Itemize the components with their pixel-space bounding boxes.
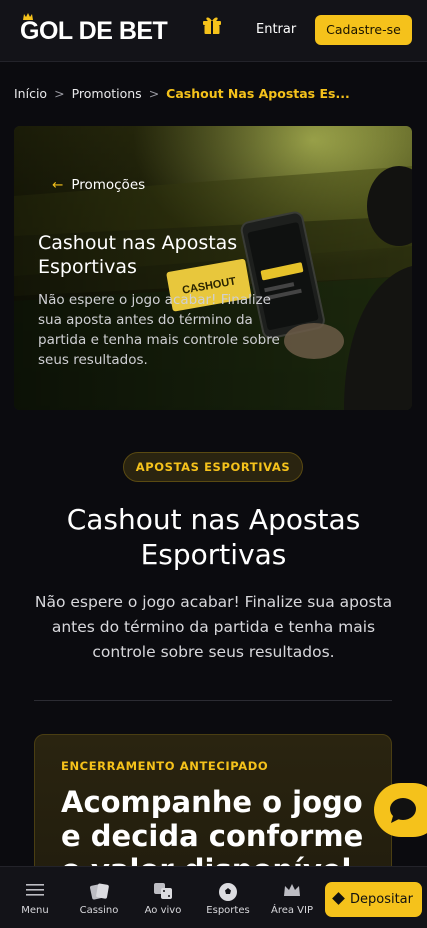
dice-icon xyxy=(154,883,172,899)
breadcrumb-separator: > xyxy=(148,86,160,101)
breadcrumb-home[interactable]: Início xyxy=(14,86,47,101)
page-description: Não espere o jogo acabar! Finalize sua a… xyxy=(34,593,393,661)
nav-item-label: Esportes xyxy=(206,905,250,916)
nav-item-label: Cassino xyxy=(79,905,119,916)
arrow-left-icon: ← xyxy=(52,177,64,193)
divider xyxy=(34,700,392,701)
deposit-label: Depositar xyxy=(349,892,413,907)
card-eyebrow: ENCERRAMENTO ANTECIPADO xyxy=(61,759,269,773)
nav-item-area-vip[interactable]: Área VIP xyxy=(266,867,318,928)
signup-button[interactable]: Cadastre-se xyxy=(315,15,412,45)
back-link[interactable]: ← Promoções xyxy=(52,177,145,193)
nav-item-ao-vivo[interactable]: Ao vivo xyxy=(138,867,188,928)
gift-icon[interactable] xyxy=(201,13,223,35)
diamond-icon xyxy=(332,892,345,905)
nav-item-esportes[interactable]: Esportes xyxy=(202,867,254,928)
soccer-ball-icon xyxy=(219,883,237,901)
deposit-button[interactable]: Depositar xyxy=(325,882,422,917)
bottom-nav: Menu Cassino Ao vivo Esportes Área VIP D… xyxy=(0,866,427,928)
category-badge: APOSTAS ESPORTIVAS xyxy=(123,452,303,482)
nav-item-label: Menu xyxy=(21,905,49,916)
chat-icon xyxy=(390,798,416,823)
nav-item-menu[interactable]: Menu xyxy=(10,867,60,928)
login-button[interactable]: Entrar xyxy=(250,16,302,44)
breadcrumb-promotions[interactable]: Promotions xyxy=(72,86,142,101)
breadcrumb-current: Cashout Nas Apostas Es... xyxy=(166,86,350,101)
back-link-label: Promoções xyxy=(71,177,146,193)
menu-icon xyxy=(26,884,44,896)
nav-item-label: Área VIP xyxy=(270,905,313,916)
hero-description: Não espere o jogo acabar! Finalize sua a… xyxy=(38,292,280,368)
breadcrumb-separator: > xyxy=(54,86,65,101)
hero-title: Cashout nas Apostas Esportivas xyxy=(38,232,238,278)
chat-button[interactable] xyxy=(374,783,427,837)
crown-icon xyxy=(284,884,300,896)
header: GOL DE BET Entrar Cadastre-se xyxy=(0,0,427,62)
cards-icon xyxy=(90,883,109,900)
logo[interactable]: GOL DE BET xyxy=(20,17,168,46)
nav-item-label: Ao vivo xyxy=(144,905,182,916)
nav-item-cassino[interactable]: Cassino xyxy=(74,867,124,928)
page-title: Cashout nas Apostas Esportivas xyxy=(66,503,361,571)
breadcrumb: Início > Promotions > Cashout Nas Apostas Es… xyxy=(14,86,350,101)
hero-banner: CASHOUT ← Promoções Cashout nas Apostas E… xyxy=(14,126,412,410)
